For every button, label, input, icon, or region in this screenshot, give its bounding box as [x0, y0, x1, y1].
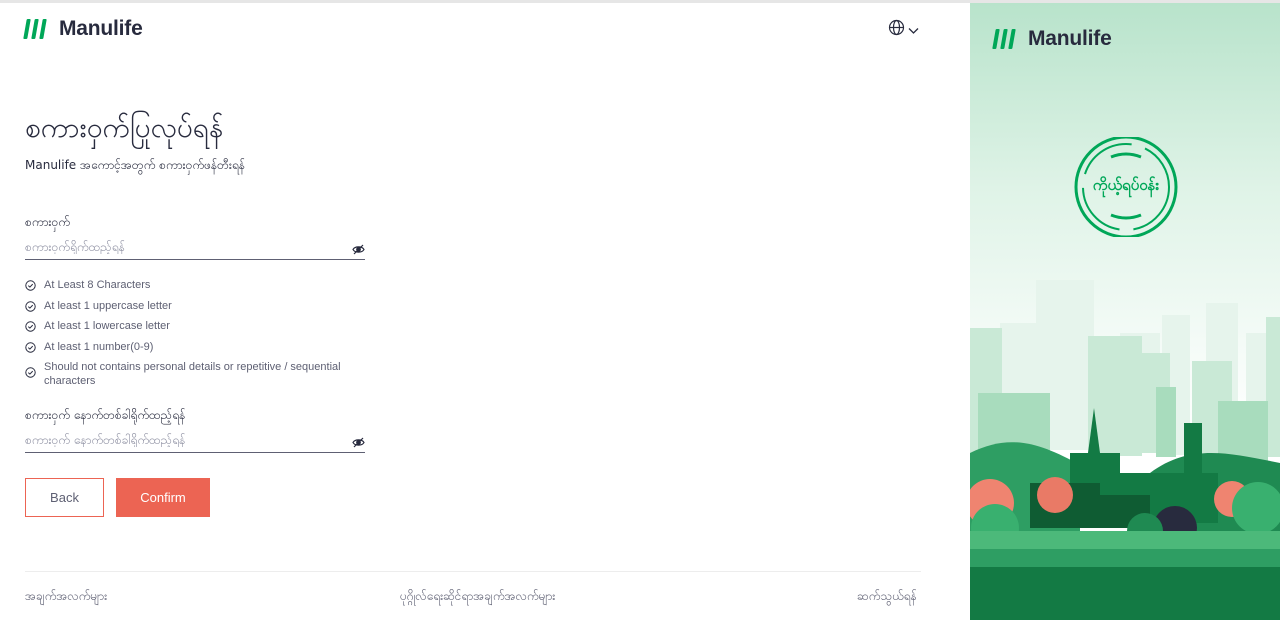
footer-privacy-link[interactable]: ပုဂ္ဂိုလ်ရေးဆိုင်ရာအချက်အလက်များ [400, 588, 555, 606]
password-rules: At Least 8 Characters At least 1 upperca… [25, 278, 355, 392]
back-button[interactable]: Back [25, 478, 104, 517]
rule-text: At least 1 uppercase letter [44, 299, 172, 312]
hero-stamp: ကိုယ့်ရပ်ဝန်း [1071, 137, 1181, 237]
hero-logo-text: Manulife [1028, 27, 1112, 50]
confirm-password-label: စကားဝှက် နောက်တစ်ခါရိုက်ထည့်ရန် [25, 408, 186, 422]
logo-text: Manulife [59, 17, 143, 40]
stamp-text: ကိုယ့်ရပ်ဝန်း [1092, 176, 1160, 194]
password-field [25, 234, 365, 260]
cityscape-illustration [970, 280, 1280, 620]
eye-slash-icon[interactable] [352, 433, 365, 452]
manulife-bars-icon [23, 19, 47, 39]
hero-panel: Manulife ကိုယ့်ရပ်ဝန်း [970, 3, 1280, 620]
main-panel: Manulife စကားဝှက်ပြုလုပ်ရန် Manulife အကေ… [0, 3, 970, 620]
footer-terms-link[interactable]: အချက်အလက်များ [25, 588, 107, 606]
rule-text: At Least 8 Characters [44, 279, 151, 291]
password-label: စကားဝှက် [25, 215, 70, 229]
confirm-button[interactable]: Confirm [116, 478, 210, 517]
manulife-bars-icon [992, 29, 1016, 49]
confirm-password-field [25, 427, 365, 453]
rule-text: At least 1 number(0-9) [44, 340, 154, 353]
check-circle-icon [25, 366, 36, 382]
rule-text: At least 1 lowercase letter [44, 320, 170, 332]
confirm-password-input[interactable] [25, 432, 345, 447]
rule-item: At Least 8 Characters [25, 278, 355, 295]
password-input[interactable] [25, 239, 345, 254]
rule-item: Should not contains personal details or … [25, 360, 355, 388]
rule-item: At least 1 lowercase letter [25, 319, 355, 336]
rule-item: At least 1 uppercase letter [25, 299, 355, 316]
globe-icon [888, 19, 905, 40]
footer-contact-link[interactable]: ဆက်သွယ်ရန် [857, 588, 917, 606]
manulife-logo[interactable]: Manulife [23, 17, 143, 41]
rule-item: At least 1 number(0-9) [25, 340, 355, 357]
hero-manulife-logo: Manulife [992, 27, 1112, 51]
footer-divider [25, 571, 921, 572]
page-subtitle: Manulife အကောင့်အတွက် စကားဝှက်ဖန်တီးရန် [25, 158, 245, 172]
check-circle-icon [25, 321, 36, 336]
check-circle-icon [25, 300, 36, 316]
rule-text: Should not contains personal details or … [44, 361, 341, 387]
language-selector[interactable] [888, 19, 919, 40]
chevron-down-icon [908, 20, 919, 39]
check-circle-icon [25, 341, 36, 357]
page-title: စကားဝှက်ပြုလုပ်ရန် [25, 111, 224, 144]
check-circle-icon [25, 280, 36, 295]
eye-slash-icon[interactable] [352, 240, 365, 259]
